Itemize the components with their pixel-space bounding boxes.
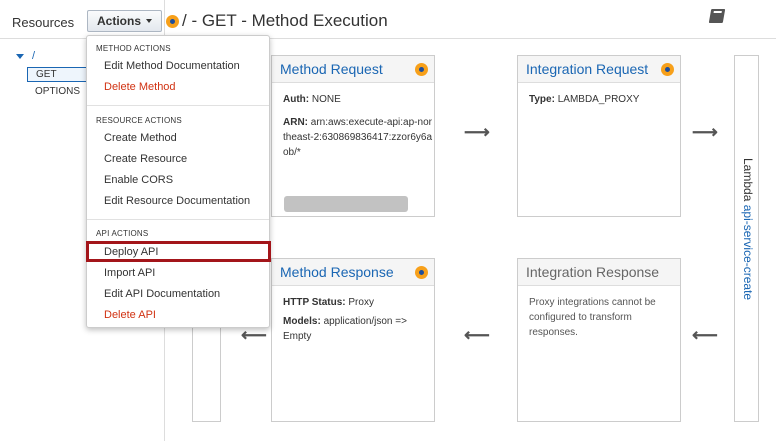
menu-section-heading: RESOURCE ACTIONS xyxy=(96,116,182,125)
lambda-label: Lambda api-service-create xyxy=(739,158,755,300)
actions-label: Actions xyxy=(96,14,141,28)
auth-value: NONE xyxy=(311,94,341,105)
tree-root-path[interactable]: / xyxy=(32,50,35,62)
type-value: LAMBDA_PROXY xyxy=(557,94,640,105)
menu-item-delete-method[interactable]: Delete Method xyxy=(104,81,176,93)
menu-item-edit-method-documentation[interactable]: Edit Method Documentation xyxy=(104,60,240,72)
method-request-link[interactable]: Method Request xyxy=(280,61,383,77)
status-dot-icon xyxy=(415,62,428,76)
integration-request-link[interactable]: Integration Request xyxy=(526,61,648,77)
menu-item-import-api[interactable]: Import API xyxy=(104,267,155,279)
caret-down-icon[interactable] xyxy=(16,53,24,59)
status-dot-icon xyxy=(661,62,674,76)
menu-section-heading: API ACTIONS xyxy=(96,229,149,238)
actions-menu: METHOD ACTIONS Edit Method Documentation… xyxy=(86,35,270,328)
menu-item-delete-api[interactable]: Delete API xyxy=(104,309,156,321)
left-arrow-icon: ⟵ xyxy=(241,325,267,345)
auth-label: Auth: xyxy=(283,94,310,105)
menu-item-edit-resource-documentation[interactable]: Edit Resource Documentation xyxy=(104,195,250,207)
chevron-down-icon xyxy=(146,19,152,23)
type-label: Type: xyxy=(529,94,555,105)
menu-divider xyxy=(87,219,269,220)
page-title: / - GET - Method Execution xyxy=(166,11,388,31)
card-header: Method Request xyxy=(272,56,434,83)
actions-button[interactable]: Actions xyxy=(87,10,162,32)
integration-response-card: Integration Response Proxy integrations … xyxy=(517,258,681,422)
menu-divider xyxy=(87,105,269,106)
tree-root[interactable]: / xyxy=(16,50,35,62)
page-title-text: / - GET - Method Execution xyxy=(182,11,388,30)
arn-label: ARN: xyxy=(283,117,308,128)
card-body: HTTP Status: Proxy Models: application/j… xyxy=(272,286,434,353)
tree-item-options[interactable]: OPTIONS xyxy=(35,86,80,97)
http-status-value: Proxy xyxy=(348,297,374,308)
integration-request-card: Integration Request Type: LAMBDA_PROXY xyxy=(517,55,681,217)
lambda-type: Lambda xyxy=(741,158,755,202)
menu-item-create-method[interactable]: Create Method xyxy=(104,132,177,144)
documentation-book-icon[interactable] xyxy=(708,9,726,23)
left-arrow-icon: ⟵ xyxy=(692,325,718,345)
card-body: Proxy integrations cannot be configured … xyxy=(518,286,680,349)
right-arrow-icon: ⟶ xyxy=(464,122,490,142)
menu-item-edit-api-documentation[interactable]: Edit API Documentation xyxy=(104,288,220,300)
lambda-function-link[interactable]: api-service-create xyxy=(741,205,755,300)
resources-title: Resources xyxy=(12,15,75,30)
method-request-card: Method Request Auth: NONE ARN: arn:aws:e… xyxy=(271,55,435,217)
method-response-link[interactable]: Method Response xyxy=(280,264,394,280)
integration-response-title: Integration Response xyxy=(526,264,660,280)
http-status-label: HTTP Status: xyxy=(283,297,346,308)
method-response-card: Method Response HTTP Status: Proxy Model… xyxy=(271,258,435,422)
card-header: Integration Response xyxy=(518,259,680,286)
menu-item-enable-cors[interactable]: Enable CORS xyxy=(104,174,173,186)
status-dot-icon xyxy=(415,265,428,279)
right-arrow-icon: ⟶ xyxy=(692,122,718,142)
left-arrow-icon: ⟵ xyxy=(464,325,490,345)
horizontal-scrollbar[interactable] xyxy=(284,196,408,212)
card-header: Integration Request xyxy=(518,56,680,83)
menu-item-create-resource[interactable]: Create Resource xyxy=(104,153,187,165)
deploy-api-highlight xyxy=(86,241,271,262)
menu-section-heading: METHOD ACTIONS xyxy=(96,44,171,53)
status-dot-icon xyxy=(166,14,179,28)
models-label: Models: xyxy=(283,316,321,327)
card-body: Auth: NONE ARN: arn:aws:execute-api:ap-n… xyxy=(272,83,434,169)
integration-response-note: Proxy integrations cannot be configured … xyxy=(529,297,656,338)
card-body: Type: LAMBDA_PROXY xyxy=(518,83,680,116)
card-header: Method Response xyxy=(272,259,434,286)
